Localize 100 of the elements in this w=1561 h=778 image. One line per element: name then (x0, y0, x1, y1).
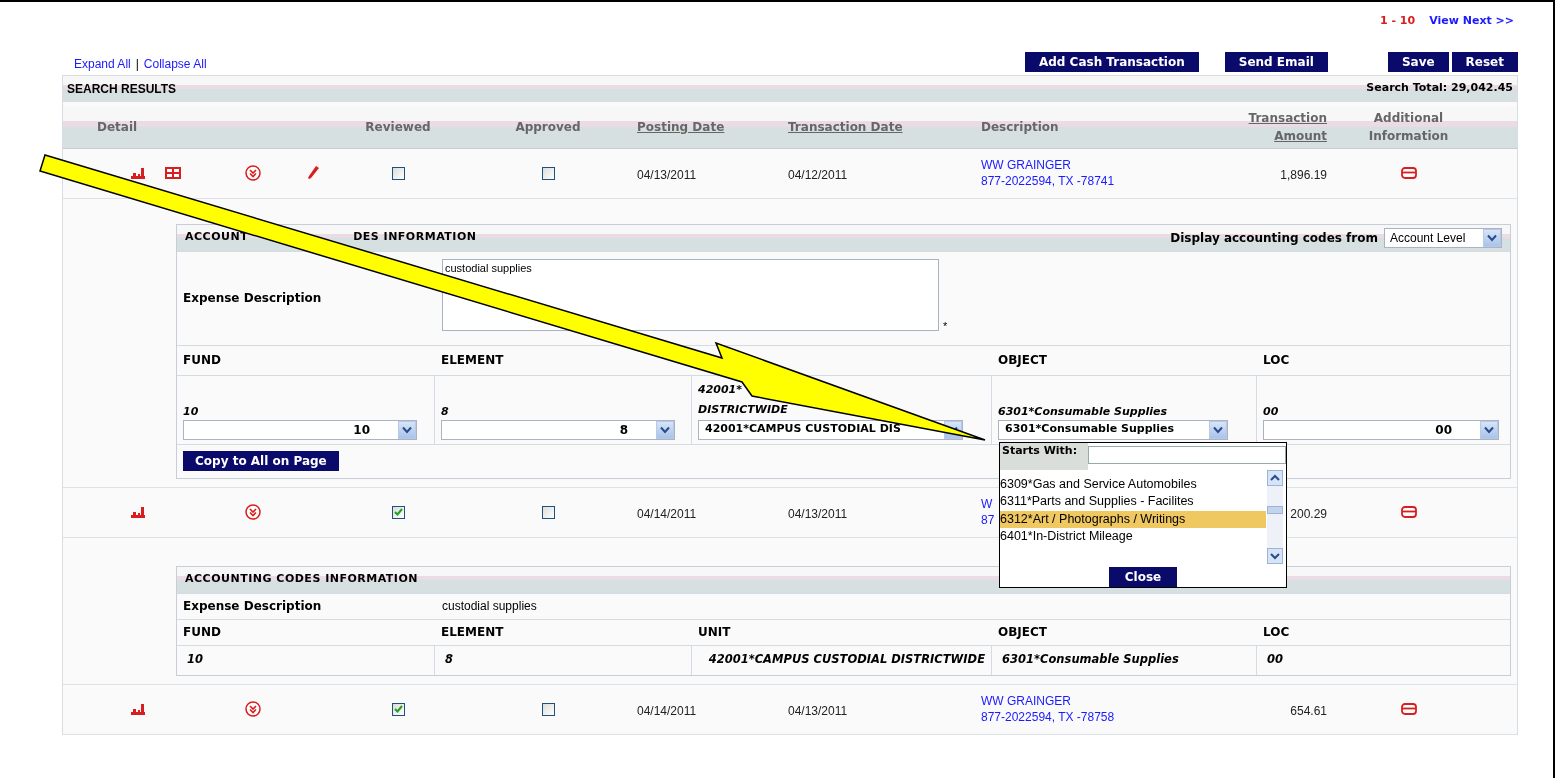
dropdown[interactable]: 00 (1263, 419, 1499, 440)
field-value: 8 (441, 405, 449, 418)
button[interactable]: Send Email (1224, 51, 1328, 72)
field-label: Expense Description (182, 290, 323, 307)
scroll-thumb[interactable] (1267, 505, 1283, 514)
chevron-down-icon[interactable] (398, 420, 416, 439)
column-header: LOC (1262, 624, 1291, 641)
field-value: 00 (1263, 405, 1279, 418)
table-cell-text: 654.61 (1290, 703, 1327, 720)
description-link[interactable]: W (981, 496, 993, 512)
expand-icon[interactable] (245, 165, 261, 181)
table-cell-text: 200.29 (1290, 506, 1327, 523)
checkbox[interactable] (391, 166, 405, 180)
column-header[interactable]: Transaction Date (783, 118, 976, 136)
dropdown[interactable]: 10 (183, 419, 417, 440)
list-option[interactable]: 6309*Gas and Service Automobiles (1000, 475, 1266, 493)
column-header: ELEMENT (440, 352, 505, 369)
card-icon[interactable] (1400, 167, 1417, 179)
description-link[interactable]: 877-2022594, TX -78758 (981, 709, 1115, 725)
column-header: OBJECT (997, 624, 1048, 641)
column-header: Reviewed (364, 119, 432, 136)
expand-all-link[interactable]: Expand All (74, 54, 131, 73)
column-header: LOC (1262, 352, 1291, 369)
table-cell-text: 04/14/2011 (636, 703, 698, 720)
card-icon[interactable] (1400, 506, 1417, 518)
collapse-all-link[interactable]: Collapse All (143, 54, 207, 73)
panel-title: ACCOUNTING CODES INFORMATION (185, 571, 419, 588)
display-codes-label: Display accounting codes from (1170, 229, 1378, 247)
scrollbar[interactable] (1266, 469, 1284, 564)
button[interactable]: Save (1387, 51, 1449, 72)
scroll-up-icon[interactable] (1267, 469, 1283, 486)
description-link[interactable]: 87 (981, 512, 995, 528)
column-header: Approved (514, 119, 582, 136)
text-area[interactable]: custodial supplies (442, 258, 939, 331)
scroll-down-icon[interactable] (1267, 547, 1283, 564)
results-title: SEARCH RESULTS (67, 80, 177, 98)
bar-chart-icon[interactable] (131, 167, 145, 179)
description-link[interactable]: WW GRAINGER (981, 693, 1071, 709)
dropdown[interactable]: Account Level (1384, 227, 1502, 248)
checkbox[interactable] (391, 505, 405, 519)
table-cell: 8 (435, 645, 692, 675)
column-header: FUND (182, 624, 222, 641)
button[interactable]: Reset (1451, 51, 1518, 72)
separator: | (135, 55, 139, 73)
expand-icon[interactable] (245, 504, 261, 520)
button[interactable]: Add Cash Transaction (1024, 51, 1199, 72)
field-value: DISTRICTWIDE (698, 403, 788, 416)
table-cell-text: 04/13/2011 (636, 167, 698, 184)
column-header: Additional Information (1367, 110, 1450, 145)
table-cell: 6301*Consumable Supplies (992, 645, 1257, 675)
description-link[interactable]: WW GRAINGER (981, 157, 1071, 173)
button[interactable]: Close (1108, 566, 1178, 587)
column-header: FUND (182, 352, 222, 369)
column-header: Detail (96, 119, 139, 136)
checkbox[interactable] (541, 505, 555, 519)
list-option[interactable]: 6311*Parts and Supplies - Facilites (1000, 493, 1266, 511)
dropdown[interactable]: 8 (441, 419, 675, 440)
field-value: 6301*Consumable Supplies (998, 405, 1168, 418)
checkbox[interactable] (541, 702, 555, 716)
column-header: ELEMENT (440, 624, 505, 641)
card-icon[interactable] (1400, 703, 1417, 715)
checkbox[interactable] (541, 166, 555, 180)
column-header[interactable]: Posting Date (633, 118, 783, 136)
chevron-down-icon[interactable] (1209, 420, 1227, 439)
bar-chart-icon[interactable] (131, 703, 145, 715)
starts-with-label: Starts With: (1000, 442, 1088, 470)
checkbox[interactable] (391, 702, 405, 716)
field-label: Expense Description (182, 598, 323, 615)
list-option[interactable]: 6312*Art / Photographs / Writings (1000, 510, 1266, 528)
chevron-down-icon[interactable] (1480, 420, 1498, 439)
pencil-icon[interactable] (307, 166, 319, 180)
table-cell-text: 04/12/2011 (787, 167, 849, 184)
column-header: Description (980, 119, 1060, 136)
dropdown[interactable]: 6301*Consumable Supplies (998, 419, 1228, 440)
search-field[interactable] (1088, 445, 1286, 464)
chevron-down-icon[interactable] (656, 420, 674, 439)
expand-icon[interactable] (245, 701, 261, 717)
bar-chart-icon[interactable] (131, 506, 145, 518)
field-value: 42001* (698, 383, 743, 396)
list-option[interactable]: 6401*In-District Mileage (1000, 528, 1266, 546)
column-header: UNIT (697, 624, 732, 641)
field-value: 10 (183, 405, 199, 418)
column-header[interactable]: Transaction Amount (1241, 109, 1331, 145)
table-cell: 42001*CAMPUS CUSTODIAL DISTRICTWIDE (692, 645, 992, 675)
panel-title: DES INFORMATION (353, 229, 477, 246)
split-icon[interactable] (165, 167, 181, 179)
description-link[interactable]: 877-2022594, TX -78741 (981, 173, 1115, 189)
column-header: OBJECT (997, 352, 1048, 369)
table-cell-text: 1,896.19 (1280, 167, 1327, 184)
table-cell-text: 04/13/2011 (787, 506, 849, 523)
required-mark: * (943, 319, 948, 334)
panel-title: ACCOUNT (185, 229, 249, 246)
search-total: Search Total: 29,042.45 (1366, 80, 1513, 97)
field-value: custodial supplies (442, 598, 537, 615)
view-next-link[interactable]: View Next >> (1429, 13, 1514, 30)
page-range: 1 - 10 (1380, 13, 1416, 29)
chevron-down-icon[interactable] (1483, 228, 1501, 247)
table-cell: 10 (177, 645, 435, 675)
button[interactable]: Copy to All on Page (183, 451, 339, 471)
table-cell-text: 04/13/2011 (787, 703, 849, 720)
